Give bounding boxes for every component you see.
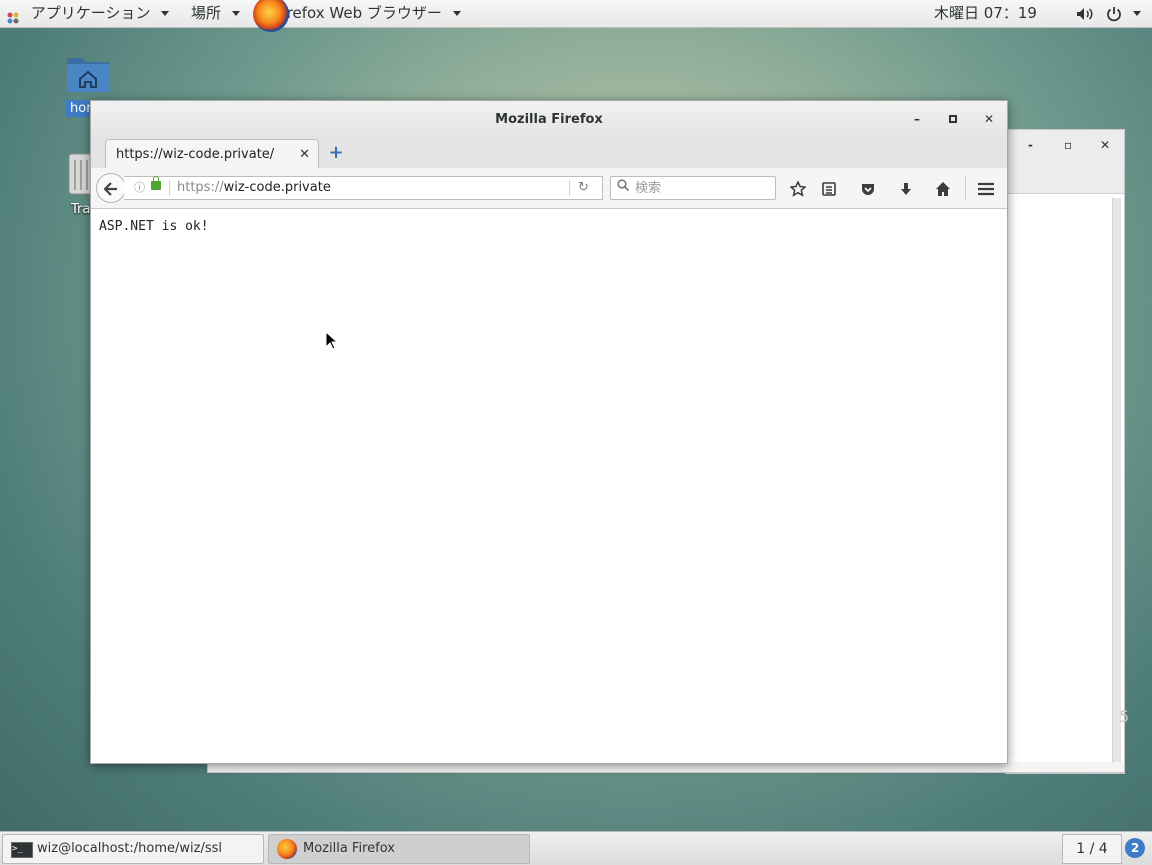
taskbar-terminal-label: wiz@localhost:/home/wiz/ssl <box>37 841 223 856</box>
mouse-cursor <box>325 330 339 354</box>
top-bar: アプリケーション 場所 Firefox Web ブラウザー 木曜日 07：19 <box>0 0 1152 32</box>
url-text[interactable]: https://wiz-code.private <box>177 177 331 199</box>
search-icon <box>617 179 630 195</box>
url-divider <box>569 180 570 196</box>
page-content[interactable]: ASP.NET is ok! <box>91 209 1007 763</box>
close-icon[interactable]: ✕ <box>979 109 999 129</box>
active-app-menu[interactable]: Firefox Web ブラウザー <box>253 0 461 32</box>
taskbar-terminal[interactable]: >_ wiz@localhost:/home/wiz/ssl <box>2 834 264 864</box>
pocket-icon[interactable] <box>856 176 880 200</box>
places-label: 場所 <box>191 4 222 22</box>
info-icon[interactable]: ⓘ <box>134 179 145 195</box>
terminal-icon: >_ <box>11 842 33 858</box>
home-icon[interactable] <box>931 176 955 200</box>
firefox-logo-icon <box>253 0 289 32</box>
hamburger-menu-icon[interactable] <box>974 176 998 200</box>
desktop-home-folder[interactable]: hor <box>66 53 110 117</box>
clock[interactable]: 木曜日 07：19 <box>934 0 1037 27</box>
chevron-down-icon <box>452 11 461 16</box>
places-menu[interactable]: 場所 <box>191 0 240 27</box>
toolbar-divider <box>965 176 966 200</box>
maximize-icon[interactable] <box>943 109 963 129</box>
close-icon[interactable]: ✕ <box>1100 138 1110 152</box>
workspace-switcher[interactable]: 1 / 4 <box>1062 834 1122 864</box>
background-window-text: 5 <box>1119 707 1130 726</box>
cursor-arrow-icon <box>325 330 339 350</box>
system-menu[interactable] <box>1106 0 1141 27</box>
background-window-titlebar[interactable]: - ▫ ✕ <box>1006 130 1124 194</box>
tab-active[interactable]: https://wiz-code.private/ ✕ <box>105 139 319 169</box>
url-protocol: https:// <box>177 180 224 195</box>
tab-close-icon[interactable]: ✕ <box>299 140 310 170</box>
taskbar-firefox[interactable]: Mozilla Firefox <box>268 834 530 864</box>
gnome-logo-icon <box>6 7 20 23</box>
home-folder-icon <box>67 58 110 92</box>
downloads-icon[interactable] <box>894 176 918 200</box>
notification-badge[interactable]: 2 <box>1125 838 1145 858</box>
chevron-down-icon <box>161 11 170 16</box>
applications-menu[interactable]: アプリケーション <box>6 0 170 27</box>
arrow-left-icon <box>103 181 117 196</box>
bottom-taskbar: >_ wiz@localhost:/home/wiz/ssl Mozilla F… <box>0 831 1152 865</box>
window-title: Mozilla Firefox <box>495 112 603 127</box>
taskbar-firefox-label: Mozilla Firefox <box>303 841 395 856</box>
navigation-toolbar: ⓘ https://wiz-code.private ↻ <box>91 168 1007 209</box>
firefox-window[interactable]: Mozilla Firefox – ✕ https://wiz-code.pri… <box>90 100 1008 764</box>
applications-label: アプリケーション <box>30 4 151 22</box>
background-window[interactable]: - ▫ ✕ 5 <box>1005 129 1129 774</box>
url-bar[interactable]: ⓘ https://wiz-code.private ↻ <box>124 176 603 200</box>
search-bar[interactable] <box>610 176 776 200</box>
page-body-text: ASP.NET is ok! <box>99 219 209 234</box>
active-app-label: Firefox Web ブラウザー <box>275 4 442 22</box>
desktop-trash-label: Tra <box>71 202 91 217</box>
chevron-down-icon <box>1132 11 1141 16</box>
tab-label: https://wiz-code.private/ <box>116 147 275 162</box>
search-input[interactable] <box>633 178 773 198</box>
chevron-down-icon <box>231 11 240 16</box>
url-host: wiz-code.private <box>223 180 331 195</box>
bookmark-star-icon[interactable] <box>786 176 810 200</box>
url-divider <box>169 180 170 196</box>
lock-icon <box>151 176 161 190</box>
minimize-icon[interactable]: – <box>907 109 927 129</box>
new-tab-button[interactable]: + <box>326 142 346 164</box>
minimize-icon[interactable]: - <box>1028 138 1033 152</box>
firefox-icon <box>277 839 297 859</box>
volume-icon[interactable] <box>1076 0 1094 27</box>
tab-strip: https://wiz-code.private/ ✕ + <box>91 138 1007 169</box>
power-icon <box>1107 6 1121 21</box>
window-titlebar[interactable]: Mozilla Firefox – ✕ <box>91 101 1007 138</box>
maximize-icon[interactable]: ▫ <box>1064 138 1072 152</box>
reload-icon[interactable]: ↻ <box>578 177 589 199</box>
background-window-scrollbar[interactable] <box>1112 198 1121 768</box>
back-button[interactable] <box>96 173 126 203</box>
bookmarks-menu-icon[interactable] <box>817 176 841 200</box>
